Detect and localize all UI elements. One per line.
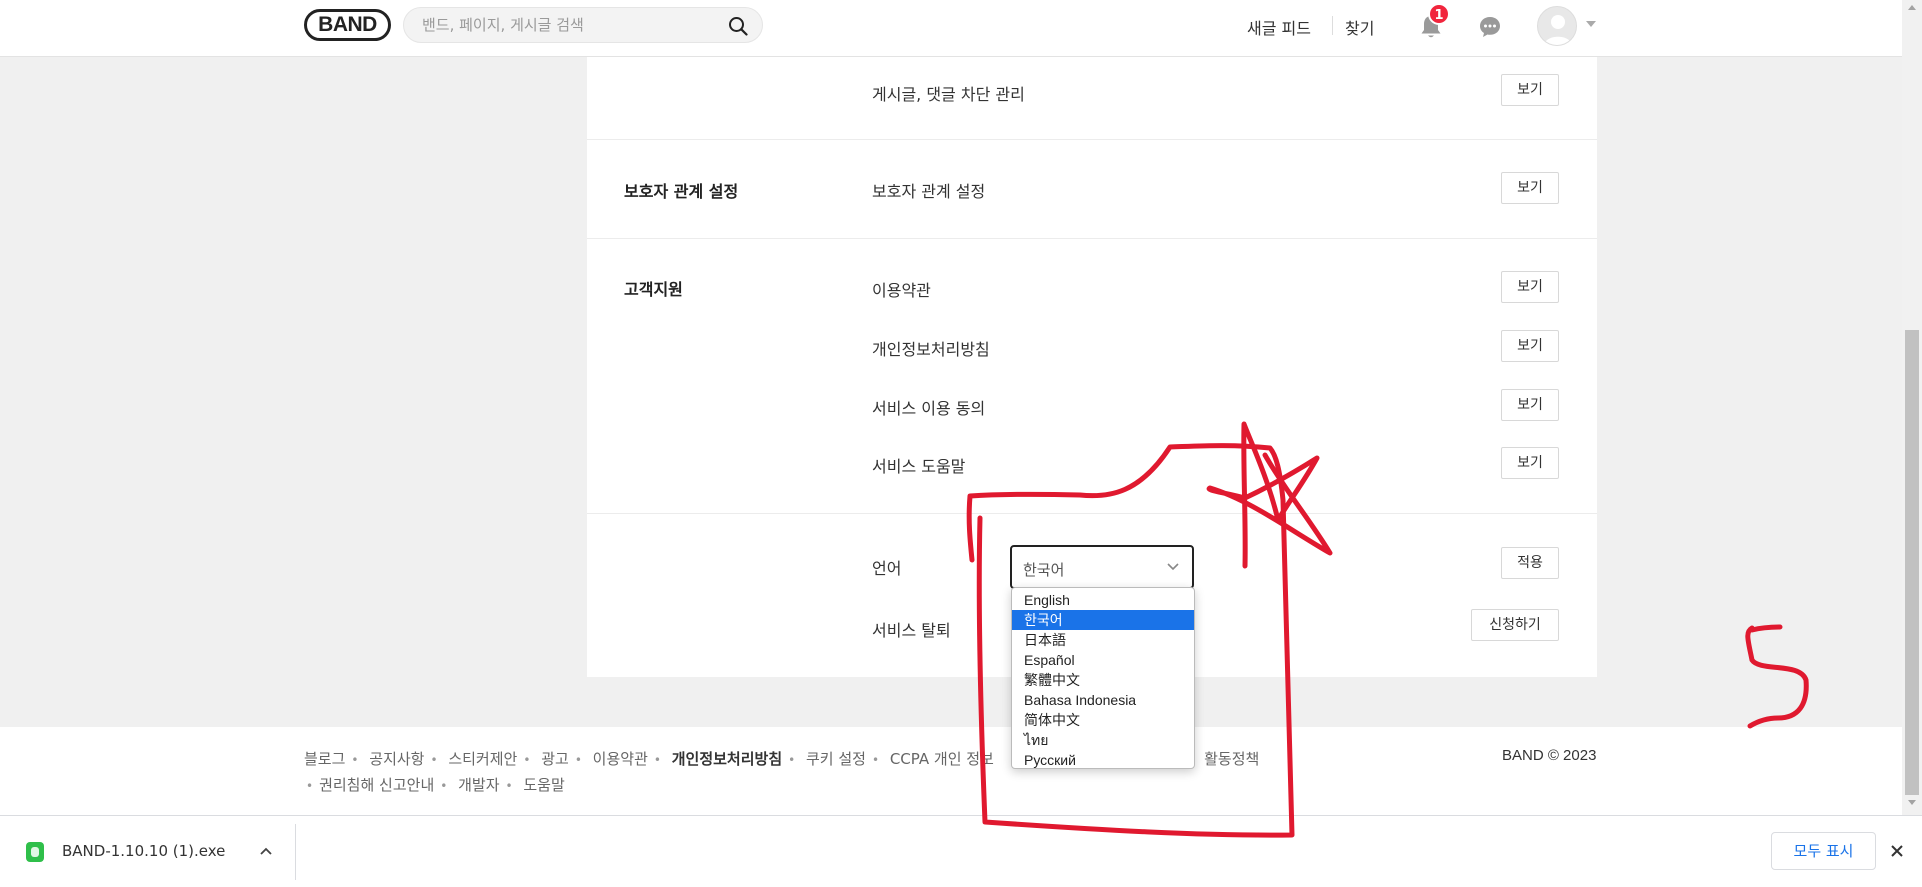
download-divider [295,824,296,880]
footer-link-terms[interactable]: 이용약관 [593,747,648,772]
band-logo[interactable]: BAND [304,9,391,41]
footer-link-ads[interactable]: 광고 [541,747,569,772]
download-filename[interactable]: BAND-1.10.10 (1).exe [62,842,225,860]
language-option[interactable]: ไทย [1012,730,1194,750]
withdraw-request-button[interactable]: 신청하기 [1471,609,1559,641]
footer-link-policy[interactable]: 활동정책 [1204,747,1259,772]
language-option[interactable]: 简体中文 [1012,710,1194,730]
language-option[interactable]: 日本語 [1012,630,1194,650]
language-select[interactable]: 한국어 [1010,545,1194,589]
find-link[interactable]: 찾기 [1345,15,1374,39]
section-divider [587,513,1597,514]
chevron-down-icon [1167,563,1179,571]
new-feed-link[interactable]: 새글 피드 [1247,15,1311,39]
close-icon[interactable] [1889,843,1905,859]
language-option[interactable]: 繁體中文 [1012,670,1194,690]
footer-link-developer[interactable]: 개발자 [458,773,499,798]
view-button-consent[interactable]: 보기 [1501,389,1559,421]
language-label: 언어 [872,559,902,578]
block-management-label: 게시글, 댓글 차단 관리 [872,85,1025,104]
footer-link-help[interactable]: 도움말 [523,773,564,798]
section-divider [587,139,1597,140]
language-option-selected[interactable]: 한국어 [1012,610,1194,630]
copyright: BAND © 2023 [1502,747,1597,764]
withdraw-label: 서비스 탈퇴 [872,621,951,640]
scroll-down-arrow[interactable] [1908,800,1916,805]
support-section-title: 고객지원 [624,280,683,299]
footer-link-privacy[interactable]: 개인정보처리방침 [672,747,782,772]
section-divider [587,238,1597,239]
language-select-value: 한국어 [1023,561,1065,579]
service-consent-label: 서비스 이용 동의 [872,399,986,418]
terms-label: 이용약관 [872,281,931,300]
settings-card: 게시글, 댓글 차단 관리 보기 보호자 관계 설정 보호자 관계 설정 보기 … [587,57,1597,677]
chat-icon[interactable] [1478,15,1502,39]
privacy-policy-label: 개인정보처리방침 [872,340,990,359]
language-dropdown-list[interactable]: English 한국어 日本語 Español 繁體中文 Bahasa Indo… [1011,587,1195,769]
apply-button[interactable]: 적용 [1501,547,1559,579]
footer-link-cookie[interactable]: 쿠키 설정 [806,747,866,772]
footer-link-notice[interactable]: 공지사항 [369,747,424,772]
language-option[interactable]: Español [1012,650,1194,670]
view-button-terms[interactable]: 보기 [1501,271,1559,303]
scrollbar-thumb[interactable] [1905,330,1919,795]
search-input[interactable] [422,16,722,34]
view-button-block[interactable]: 보기 [1501,74,1559,106]
search-bar[interactable] [403,7,763,43]
nav-divider [1332,16,1333,35]
footer-link-ccpa[interactable]: CCPA 개인 정보 [890,747,994,772]
chevron-up-icon[interactable] [258,843,274,859]
view-button-guardian[interactable]: 보기 [1501,172,1559,204]
file-icon [26,842,44,862]
view-button-help[interactable]: 보기 [1501,447,1559,479]
guardian-row-label: 보호자 관계 설정 [872,182,986,201]
page-footer: 블로그 • 공지사항 • 스티커제안 • 광고 • 이용약관 • 개인정보처리방침 • 쿠키… [0,727,1902,815]
number-drawing [1745,624,1809,729]
guardian-section-title: 보호자 관계 설정 [624,182,739,201]
show-all-button[interactable]: 모두 표시 [1771,832,1876,870]
view-button-privacy[interactable]: 보기 [1501,330,1559,362]
notification-badge: 1 [1428,3,1450,25]
language-option[interactable]: Русский [1012,750,1194,770]
avatar-icon[interactable] [1537,6,1577,46]
profile-dropdown-caret[interactable] [1586,21,1596,27]
download-bar: BAND-1.10.10 (1).exe 모두 표시 [0,815,1922,887]
top-header: BAND 새글 피드 찾기 1 [0,0,1902,57]
scroll-up-arrow[interactable] [1908,5,1916,10]
footer-link-blog[interactable]: 블로그 [304,747,345,772]
language-option[interactable]: Bahasa Indonesia [1012,690,1194,710]
footer-link-rights[interactable]: 권리침해 신고안내 [319,773,434,798]
footer-link-sticker[interactable]: 스티커제안 [448,747,517,772]
search-icon[interactable] [728,16,748,36]
page-scrollbar[interactable] [1902,0,1922,815]
service-help-label: 서비스 도움말 [872,457,966,476]
language-option[interactable]: English [1012,590,1194,610]
